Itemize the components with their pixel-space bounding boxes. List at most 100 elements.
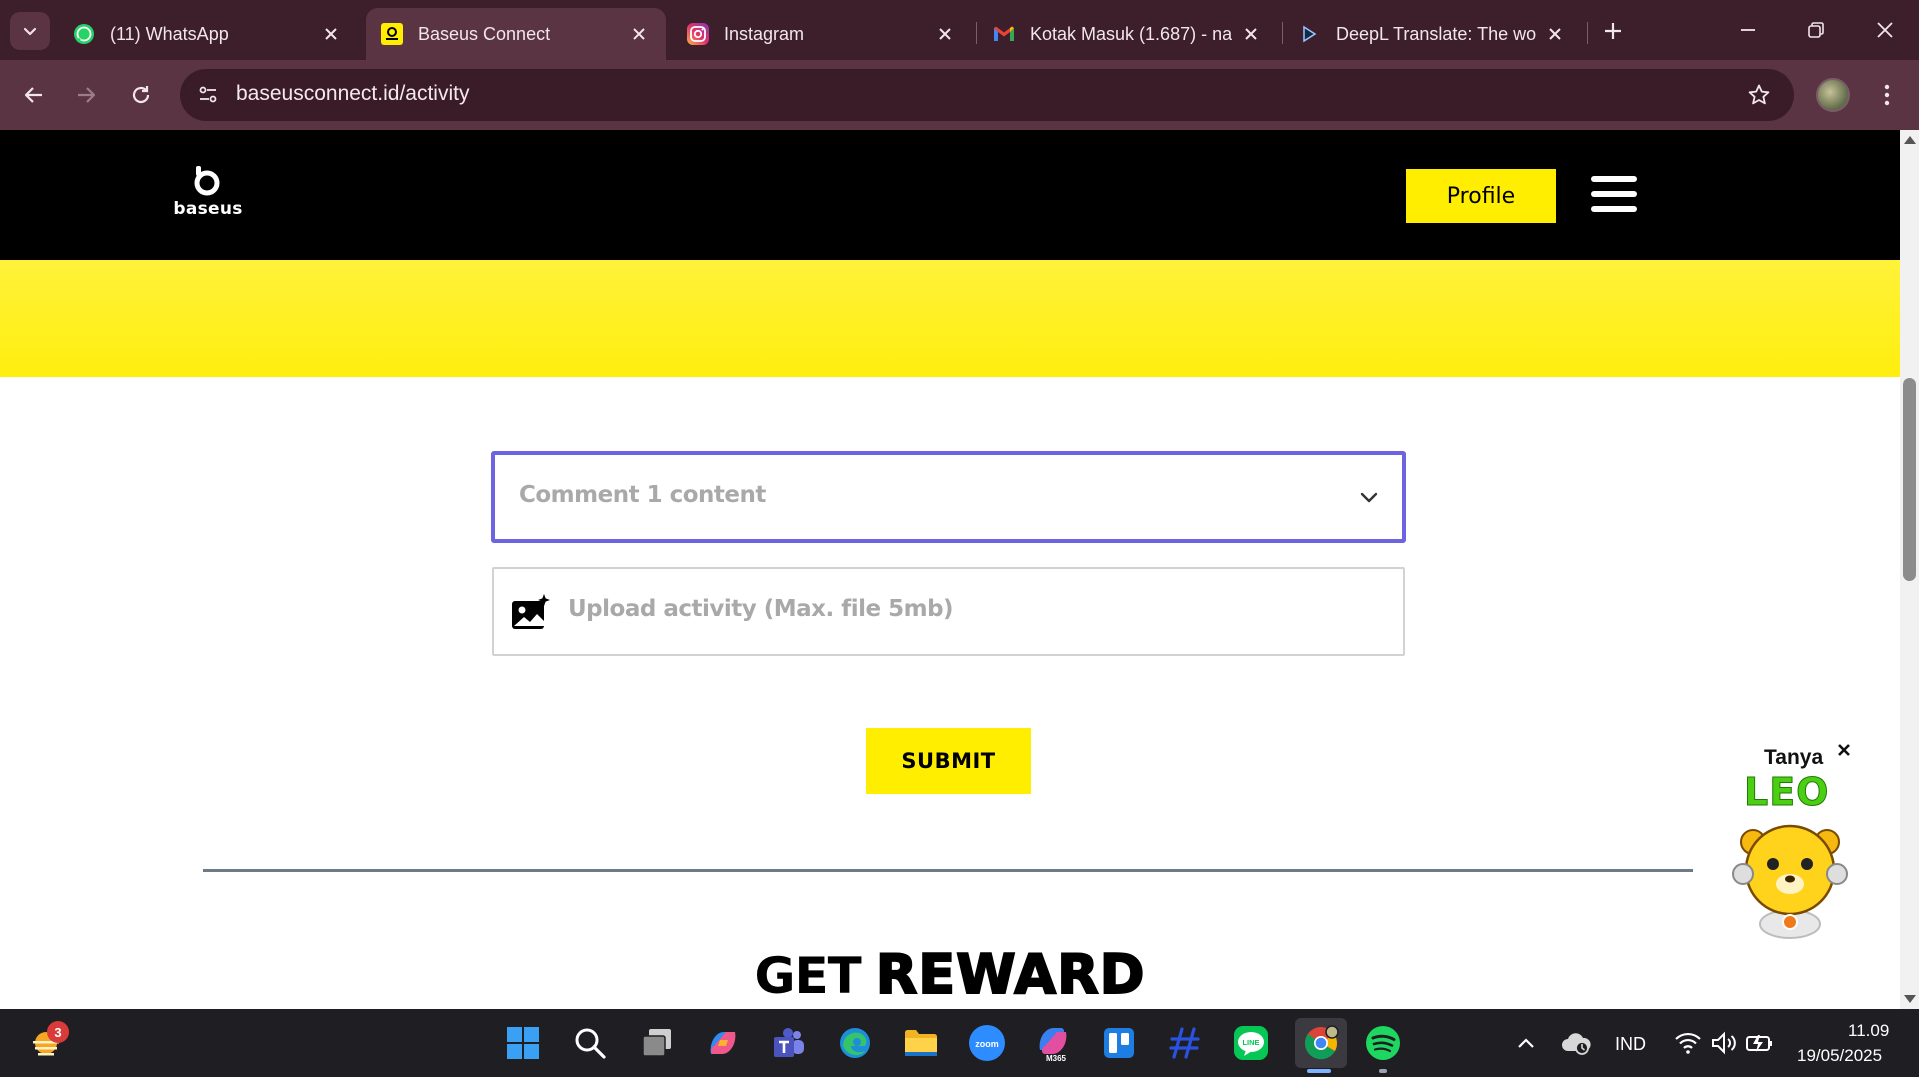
close-icon[interactable]: [934, 23, 956, 45]
new-tab-button[interactable]: [1595, 13, 1631, 49]
input-language-indicator[interactable]: IND: [1615, 1034, 1646, 1055]
tab-title: Kotak Masuk (1.687) - na: [1030, 23, 1232, 44]
tab-gmail[interactable]: Kotak Masuk (1.687) - na: [978, 8, 1278, 60]
leo-mascot-icon: [1732, 824, 1848, 939]
scrollbar-thumb[interactable]: [1903, 378, 1916, 581]
close-window-button[interactable]: [1851, 0, 1919, 60]
chat-bot-name: LEO: [1743, 770, 1830, 815]
tab-whatsapp[interactable]: (11) WhatsApp: [58, 8, 358, 60]
section-divider: [203, 869, 1693, 872]
tab-separator: [1282, 22, 1283, 44]
plus-icon: [1605, 23, 1621, 39]
leo-chat-widget[interactable]: Tanya LEO: [1722, 744, 1872, 939]
close-icon[interactable]: [1240, 23, 1262, 45]
logo-wordmark: baseus: [173, 199, 243, 219]
arrow-left-icon: [24, 87, 42, 103]
m365-icon[interactable]: M365: [1031, 1021, 1075, 1065]
heading-word-reward: REWARD: [875, 943, 1146, 1006]
svg-text:LINE: LINE: [1242, 1038, 1259, 1047]
tab-title: Instagram: [724, 23, 805, 44]
zoom-icon[interactable]: zoom: [965, 1021, 1009, 1065]
search-icon[interactable]: [568, 1021, 612, 1065]
upload-label: Upload activity (Max. file 5mb): [568, 596, 954, 622]
close-icon: [1877, 22, 1893, 38]
baseus-favicon: [380, 22, 404, 46]
battery-charging-icon[interactable]: [1738, 1021, 1782, 1065]
page-scrollbar[interactable]: [1900, 130, 1919, 1009]
page-viewport: baseus Profile Comment 1 content Upload …: [0, 130, 1900, 1009]
spotify-running-indicator: [1379, 1069, 1387, 1073]
scroll-up-arrow-icon[interactable]: [1904, 136, 1916, 144]
task-view-icon[interactable]: [635, 1021, 679, 1065]
arrow-right-icon: [78, 87, 96, 103]
copilot-icon[interactable]: [701, 1021, 745, 1065]
notification-badge: 3: [47, 1021, 69, 1043]
chat-prompt-text: Tanya: [1764, 746, 1824, 769]
screen: (11) WhatsApp Baseus Connect Instagram K…: [0, 0, 1919, 1077]
profile-button[interactable]: Profile: [1406, 169, 1556, 223]
minimize-button[interactable]: [1714, 0, 1782, 60]
tab-title: (11) WhatsApp: [110, 23, 229, 44]
whatsapp-icon: [72, 22, 96, 46]
gmail-icon: [992, 22, 1016, 46]
baseus-logo-icon: [194, 166, 220, 196]
comment-content-select[interactable]: Comment 1 content: [491, 451, 1406, 543]
chevron-down-icon: [23, 27, 37, 36]
baseus-logo[interactable]: baseus: [172, 166, 244, 230]
tab-separator: [1587, 22, 1588, 44]
site-header: baseus Profile: [0, 130, 1900, 260]
add-image-icon: [512, 594, 550, 629]
svg-text:M365: M365: [1046, 1054, 1067, 1062]
spotify-icon[interactable]: [1361, 1021, 1405, 1065]
minimize-icon: [1741, 29, 1755, 31]
svg-text:zoom: zoom: [975, 1039, 999, 1049]
start-icon[interactable]: [501, 1021, 545, 1065]
select-value: Comment 1 content: [519, 482, 766, 508]
tab-baseus-connect[interactable]: Baseus Connect: [366, 8, 666, 60]
tab-instagram[interactable]: Instagram: [672, 8, 972, 60]
close-icon[interactable]: [1544, 23, 1566, 45]
dash-app-icon[interactable]: [1163, 1021, 1207, 1065]
show-hidden-icons-chevron-up-icon[interactable]: [1504, 1021, 1548, 1065]
submit-button[interactable]: SUBMIT: [866, 728, 1031, 794]
tab-separator: [976, 22, 977, 44]
upload-activity-field[interactable]: Upload activity (Max. file 5mb): [492, 567, 1405, 656]
tab-search-button[interactable]: [10, 12, 50, 50]
deepl-icon: [1298, 22, 1322, 46]
line-icon[interactable]: LINE: [1229, 1021, 1273, 1065]
restore-button[interactable]: [1782, 0, 1850, 60]
tab-deepl[interactable]: DeepL Translate: The wor: [1284, 8, 1582, 60]
reload-button[interactable]: [121, 75, 161, 115]
windows-taskbar: 3 zoom M365 LINE IND 11.09 19/05/2025: [0, 1009, 1919, 1077]
onedrive-cloud-icon[interactable]: [1554, 1021, 1598, 1065]
chrome-running-indicator: [1307, 1069, 1331, 1073]
trello-icon[interactable]: [1097, 1021, 1141, 1065]
browser-tab-strip: (11) WhatsApp Baseus Connect Instagram K…: [0, 0, 1919, 60]
browser-menu-button[interactable]: [1872, 78, 1902, 112]
instagram-icon: [686, 22, 710, 46]
close-icon[interactable]: [320, 23, 342, 45]
teams-icon[interactable]: [767, 1021, 811, 1065]
hamburger-menu-icon[interactable]: [1591, 176, 1637, 212]
clock-time[interactable]: 11.09: [1848, 1021, 1889, 1041]
close-icon[interactable]: [1834, 740, 1854, 760]
tab-title: Baseus Connect: [418, 23, 551, 44]
heading-word-get: GET: [754, 947, 861, 1005]
url-text: baseusconnect.id/activity: [236, 82, 470, 105]
scroll-down-arrow-icon[interactable]: [1904, 995, 1916, 1003]
chrome-icon[interactable]: [1295, 1018, 1347, 1068]
edge-icon[interactable]: [833, 1021, 877, 1065]
close-icon[interactable]: [628, 23, 650, 45]
clock-date[interactable]: 19/05/2025: [1797, 1046, 1882, 1066]
browser-toolbar: baseusconnect.id/activity: [0, 60, 1919, 130]
file-explorer-icon[interactable]: [899, 1021, 943, 1065]
site-info-icon[interactable]: [196, 83, 220, 107]
profile-avatar[interactable]: [1816, 78, 1850, 112]
hero-banner: [0, 260, 1900, 377]
more-vert-icon: [1884, 84, 1890, 106]
forward-button[interactable]: [66, 75, 106, 115]
address-bar[interactable]: baseusconnect.id/activity: [180, 69, 1794, 121]
bookmark-star-icon[interactable]: [1746, 82, 1772, 108]
reload-icon: [132, 86, 150, 104]
back-button[interactable]: [14, 75, 54, 115]
